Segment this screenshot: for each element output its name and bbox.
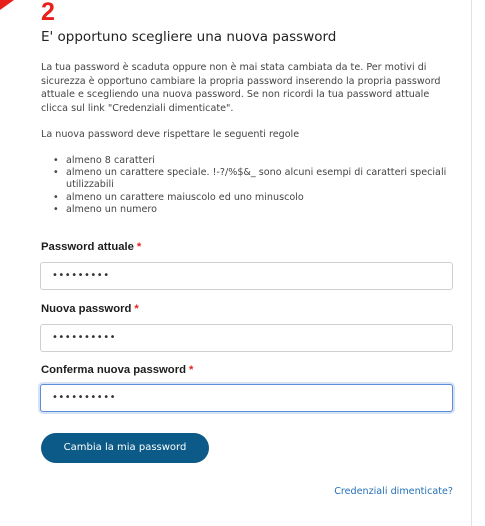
confirm-password-input[interactable]: •••••••••• bbox=[40, 384, 453, 412]
bullet-icon: • bbox=[53, 167, 59, 179]
new-password-label: Nuova password * bbox=[41, 302, 139, 316]
new-password-input[interactable]: •••••••••• bbox=[40, 324, 453, 352]
required-marker: * bbox=[134, 303, 139, 315]
rule-item: • almeno un numero bbox=[41, 204, 456, 216]
forgot-credentials-link[interactable]: Credenziali dimenticate? bbox=[334, 486, 453, 498]
rule-text: almeno un carattere speciale. !-?/%$&_ s… bbox=[66, 167, 447, 191]
rule-item: • almeno 8 caratteri bbox=[41, 155, 456, 167]
rule-text: almeno un carattere maiuscolo ed uno min… bbox=[66, 191, 304, 203]
current-password-label: Password attuale * bbox=[41, 240, 141, 254]
new-password-label-text: Nuova password bbox=[41, 303, 132, 315]
current-password-label-text: Password attuale bbox=[41, 241, 134, 253]
bullet-icon: • bbox=[53, 203, 59, 215]
confirm-password-value: •••••••••• bbox=[52, 392, 116, 403]
current-password-input[interactable]: ••••••••• bbox=[40, 262, 453, 290]
required-marker: * bbox=[189, 364, 194, 376]
change-password-button[interactable]: Cambia la mia password bbox=[41, 433, 209, 463]
step-number-annotation: 2 bbox=[41, 0, 55, 26]
rule-item: • almeno un carattere maiuscolo ed uno mi… bbox=[41, 192, 456, 204]
bullet-icon: • bbox=[53, 191, 59, 203]
rule-text: almeno 8 caratteri bbox=[66, 155, 155, 166]
annotation-arrow-icon bbox=[0, 0, 14, 10]
confirm-password-label: Conferma nuova password * bbox=[41, 363, 193, 377]
current-password-value: ••••••••• bbox=[52, 270, 110, 281]
required-marker: * bbox=[136, 241, 142, 253]
intro-text: La tua password è scaduta oppure non è m… bbox=[41, 62, 441, 114]
password-rules-list: • almeno 8 caratteri • almeno un carattere… bbox=[41, 155, 456, 216]
page-title: E' opportuno scegliere una nuova passwor… bbox=[41, 29, 337, 45]
rule-item: • almeno un carattere speciale. !-?/%$&_ … bbox=[41, 167, 456, 191]
rule-text: almeno un numero bbox=[66, 203, 158, 215]
bullet-icon: • bbox=[53, 155, 59, 166]
new-password-value: •••••••••• bbox=[52, 332, 116, 343]
confirm-password-label-text: Conferma nuova password bbox=[41, 364, 187, 376]
rules-title: La nuova password deve rispettare le seg… bbox=[41, 129, 300, 140]
